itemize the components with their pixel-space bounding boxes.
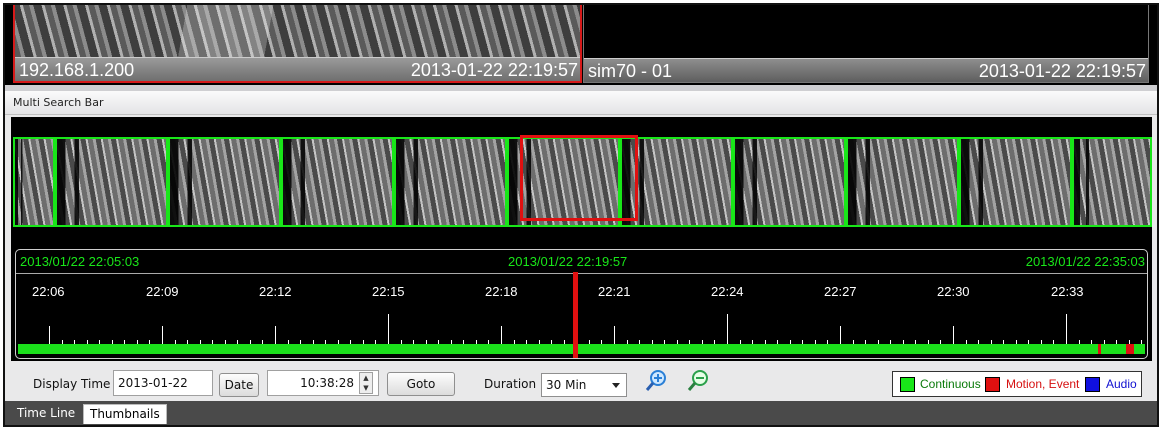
motion-event-marker [1126,344,1134,354]
zoom-out-icon[interactable] [687,369,711,393]
timeline-tick [388,314,389,344]
thumbnail[interactable] [168,137,281,227]
tick-label: 22:30 [937,284,970,299]
timeline-tick [840,326,841,344]
camera-1-timestamp: 2013-01-22 22:19:57 [410,60,578,80]
tick-label: 22:24 [711,284,744,299]
continuous-label: Continuous [920,377,981,391]
thumbnail[interactable] [394,137,507,227]
tick-label: 22:09 [146,284,179,299]
duration-select[interactable]: 30 Min [541,373,627,397]
zoom-in-icon[interactable] [645,369,669,393]
thumbnail[interactable] [959,137,1072,227]
timeline-tick [953,326,954,344]
thumbnail[interactable] [13,137,55,227]
thumbnail[interactable] [55,137,168,227]
selected-thumbnail-highlight[interactable] [520,135,638,221]
timeline-tick [501,326,502,344]
thumbnail[interactable] [733,137,846,227]
display-time-label: Display Time [33,377,111,391]
tab-time-line[interactable]: Time Line [11,404,81,424]
search-panel: 2013/01/22 22:05:03 2013/01/22 22:19:57 … [11,117,1152,361]
duration-value: 30 Min [546,378,587,392]
chevron-down-icon [612,383,620,388]
camera-1-caption: 192.168.1.200 2013-01-22 22:19:57 [15,57,580,81]
goto-button[interactable]: Goto [387,372,455,396]
tab-thumbnails[interactable]: Thumbnails [83,404,167,424]
thumbnail-strip [11,135,1152,227]
spin-up-icon[interactable]: ▲ [360,373,372,383]
timeline-tick [49,326,50,344]
timeline-tick [275,326,276,344]
timeline-tick [727,314,728,344]
timeline-start: 2013/01/22 22:05:03 [20,254,140,269]
tick-label: 22:15 [372,284,405,299]
continuous-recording-bar [18,344,1145,354]
timeline-tick [614,326,615,344]
motion-event-swatch [985,377,1000,392]
time-spinner[interactable]: ▲ ▼ [359,372,373,394]
recording-legend: Continuous Motion, Event Audio [892,371,1142,397]
motion-event-marker [1098,344,1101,354]
timeline-end: 2013/01/22 22:35:03 [1025,254,1145,269]
thumbnail[interactable] [1072,137,1152,227]
search-controls: Display Time 2013-01-22 Date 10:38:28 ▲ … [5,363,1157,401]
tick-label: 22:33 [1051,284,1084,299]
camera-panes: 192.168.1.200 2013-01-22 22:19:57 sim70 … [5,5,1157,85]
multi-search-bar-title: Multi Search Bar [5,91,1157,115]
tick-label: 22:21 [598,284,631,299]
motion-event-label: Motion, Event [1006,377,1080,391]
timeline-current: 2013/01/22 22:19:57 [508,254,628,269]
timeline-date-bar: 2013/01/22 22:05:03 2013/01/22 22:19:57 … [16,250,1147,274]
thumbnail[interactable] [281,137,394,227]
bottom-tabs: Time Line Thumbnails [5,401,1157,425]
camera-pane-2[interactable]: sim70 - 01 2013-01-22 22:19:57 [583,5,1149,83]
audio-swatch [1085,377,1100,392]
tick-label: 22:27 [824,284,857,299]
timeline-tick [1066,314,1067,344]
camera-2-caption: sim70 - 01 2013-01-22 22:19:57 [584,58,1148,82]
timeline-tick [162,326,163,344]
date-input[interactable]: 2013-01-22 [113,370,213,396]
date-button[interactable]: Date [219,373,259,397]
tick-label: 22:12 [259,284,292,299]
thumbnail[interactable] [846,137,959,227]
camera-2-timestamp: 2013-01-22 22:19:57 [978,61,1146,81]
duration-label: Duration [484,377,537,391]
search-window: 192.168.1.200 2013-01-22 22:19:57 sim70 … [3,3,1159,427]
spin-down-icon[interactable]: ▼ [360,383,372,393]
tick-label: 22:06 [32,284,65,299]
camera-1-video [15,5,580,57]
continuous-swatch [900,377,915,392]
timeline[interactable]: 2013/01/22 22:05:03 2013/01/22 22:19:57 … [15,249,1148,359]
timeline-cursor[interactable] [573,272,578,358]
camera-1-name: 192.168.1.200 [19,60,135,80]
tick-label: 22:18 [485,284,518,299]
camera-2-name: sim70 - 01 [588,61,673,81]
audio-label: Audio [1106,377,1137,391]
camera-pane-1[interactable]: 192.168.1.200 2013-01-22 22:19:57 [13,5,582,83]
